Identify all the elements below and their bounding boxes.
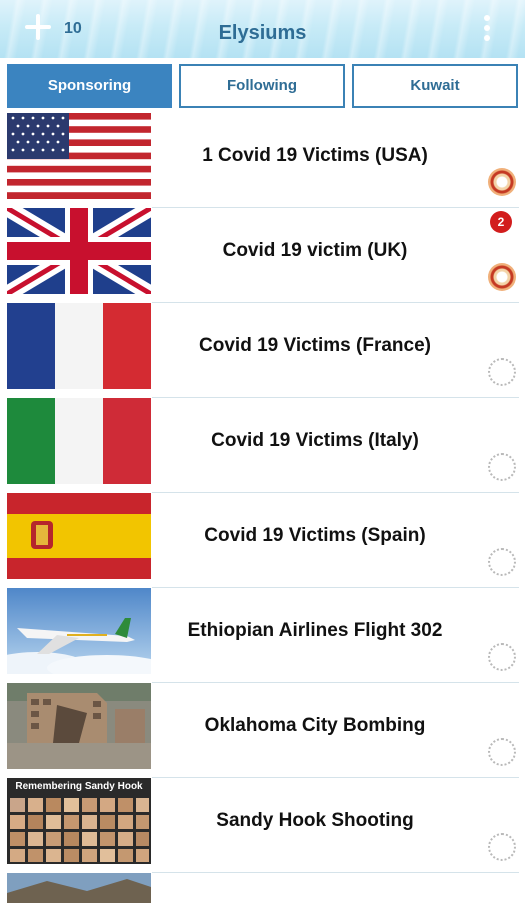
- laurel-wreath-icon: [488, 643, 516, 671]
- item-title: Ethiopian Airlines Flight 302: [187, 620, 443, 641]
- building-image: [7, 683, 151, 769]
- italy-flag-image: [7, 398, 151, 484]
- tab-sponsoring[interactable]: Sponsoring: [7, 64, 172, 108]
- tab-bar: Sponsoring Following Kuwait: [0, 64, 525, 110]
- item-title: Covid 19 Victims (Spain): [204, 525, 426, 546]
- tab-following[interactable]: Following: [179, 64, 345, 108]
- item-title: Covid 19 victim (UK): [222, 240, 408, 261]
- item-title: Sandy Hook Shooting: [216, 810, 414, 831]
- notification-badge: 2: [490, 211, 512, 233]
- memorial-image: Remembering Sandy Hook: [7, 778, 151, 864]
- list-item[interactable]: Covid 19 victim (UK) 2: [0, 208, 525, 303]
- item-title: Oklahoma City Bombing: [204, 715, 426, 736]
- laurel-wreath-icon: [488, 833, 516, 861]
- list-item[interactable]: Covid 19 Victims (France): [0, 303, 525, 398]
- app-header: 10 Elysiums: [0, 0, 525, 58]
- flower-wreath-icon: [488, 263, 516, 291]
- spain-flag-image: [7, 493, 151, 579]
- list-item[interactable]: Covid 19 Victims (Spain): [0, 493, 525, 588]
- uk-flag-image: [7, 208, 151, 294]
- flower-wreath-icon: [488, 168, 516, 196]
- list-item[interactable]: 1 Covid 19 Victims (USA): [0, 113, 525, 208]
- list-item[interactable]: Ethiopian Airlines Flight 302: [0, 588, 525, 683]
- page-title: Elysiums: [218, 22, 307, 44]
- laurel-wreath-icon: [488, 548, 516, 576]
- list-item[interactable]: Covid 19 Victims (Italy): [0, 398, 525, 493]
- item-title: 1 Covid 19 Victims (USA): [202, 145, 428, 166]
- laurel-wreath-icon: [488, 358, 516, 386]
- portrait-grid: [10, 798, 149, 862]
- airplane-image: [7, 588, 151, 674]
- list-item[interactable]: [0, 873, 525, 903]
- laurel-wreath-icon: [488, 738, 516, 766]
- memorial-caption: Remembering Sandy Hook: [15, 781, 143, 792]
- tab-kuwait[interactable]: Kuwait: [352, 64, 518, 108]
- france-flag-image: [7, 303, 151, 389]
- partial-thumbnail-image: [7, 873, 151, 903]
- item-title: Covid 19 Victims (Italy): [211, 430, 419, 451]
- list-item[interactable]: Remembering Sandy Hook Sandy Hook Shooti…: [0, 778, 525, 873]
- item-title: Covid 19 Victims (France): [199, 335, 431, 356]
- more-options-icon[interactable]: [481, 13, 493, 43]
- usa-flag-image: [7, 113, 151, 199]
- laurel-wreath-icon: [488, 453, 516, 481]
- list-item[interactable]: Oklahoma City Bombing: [0, 683, 525, 778]
